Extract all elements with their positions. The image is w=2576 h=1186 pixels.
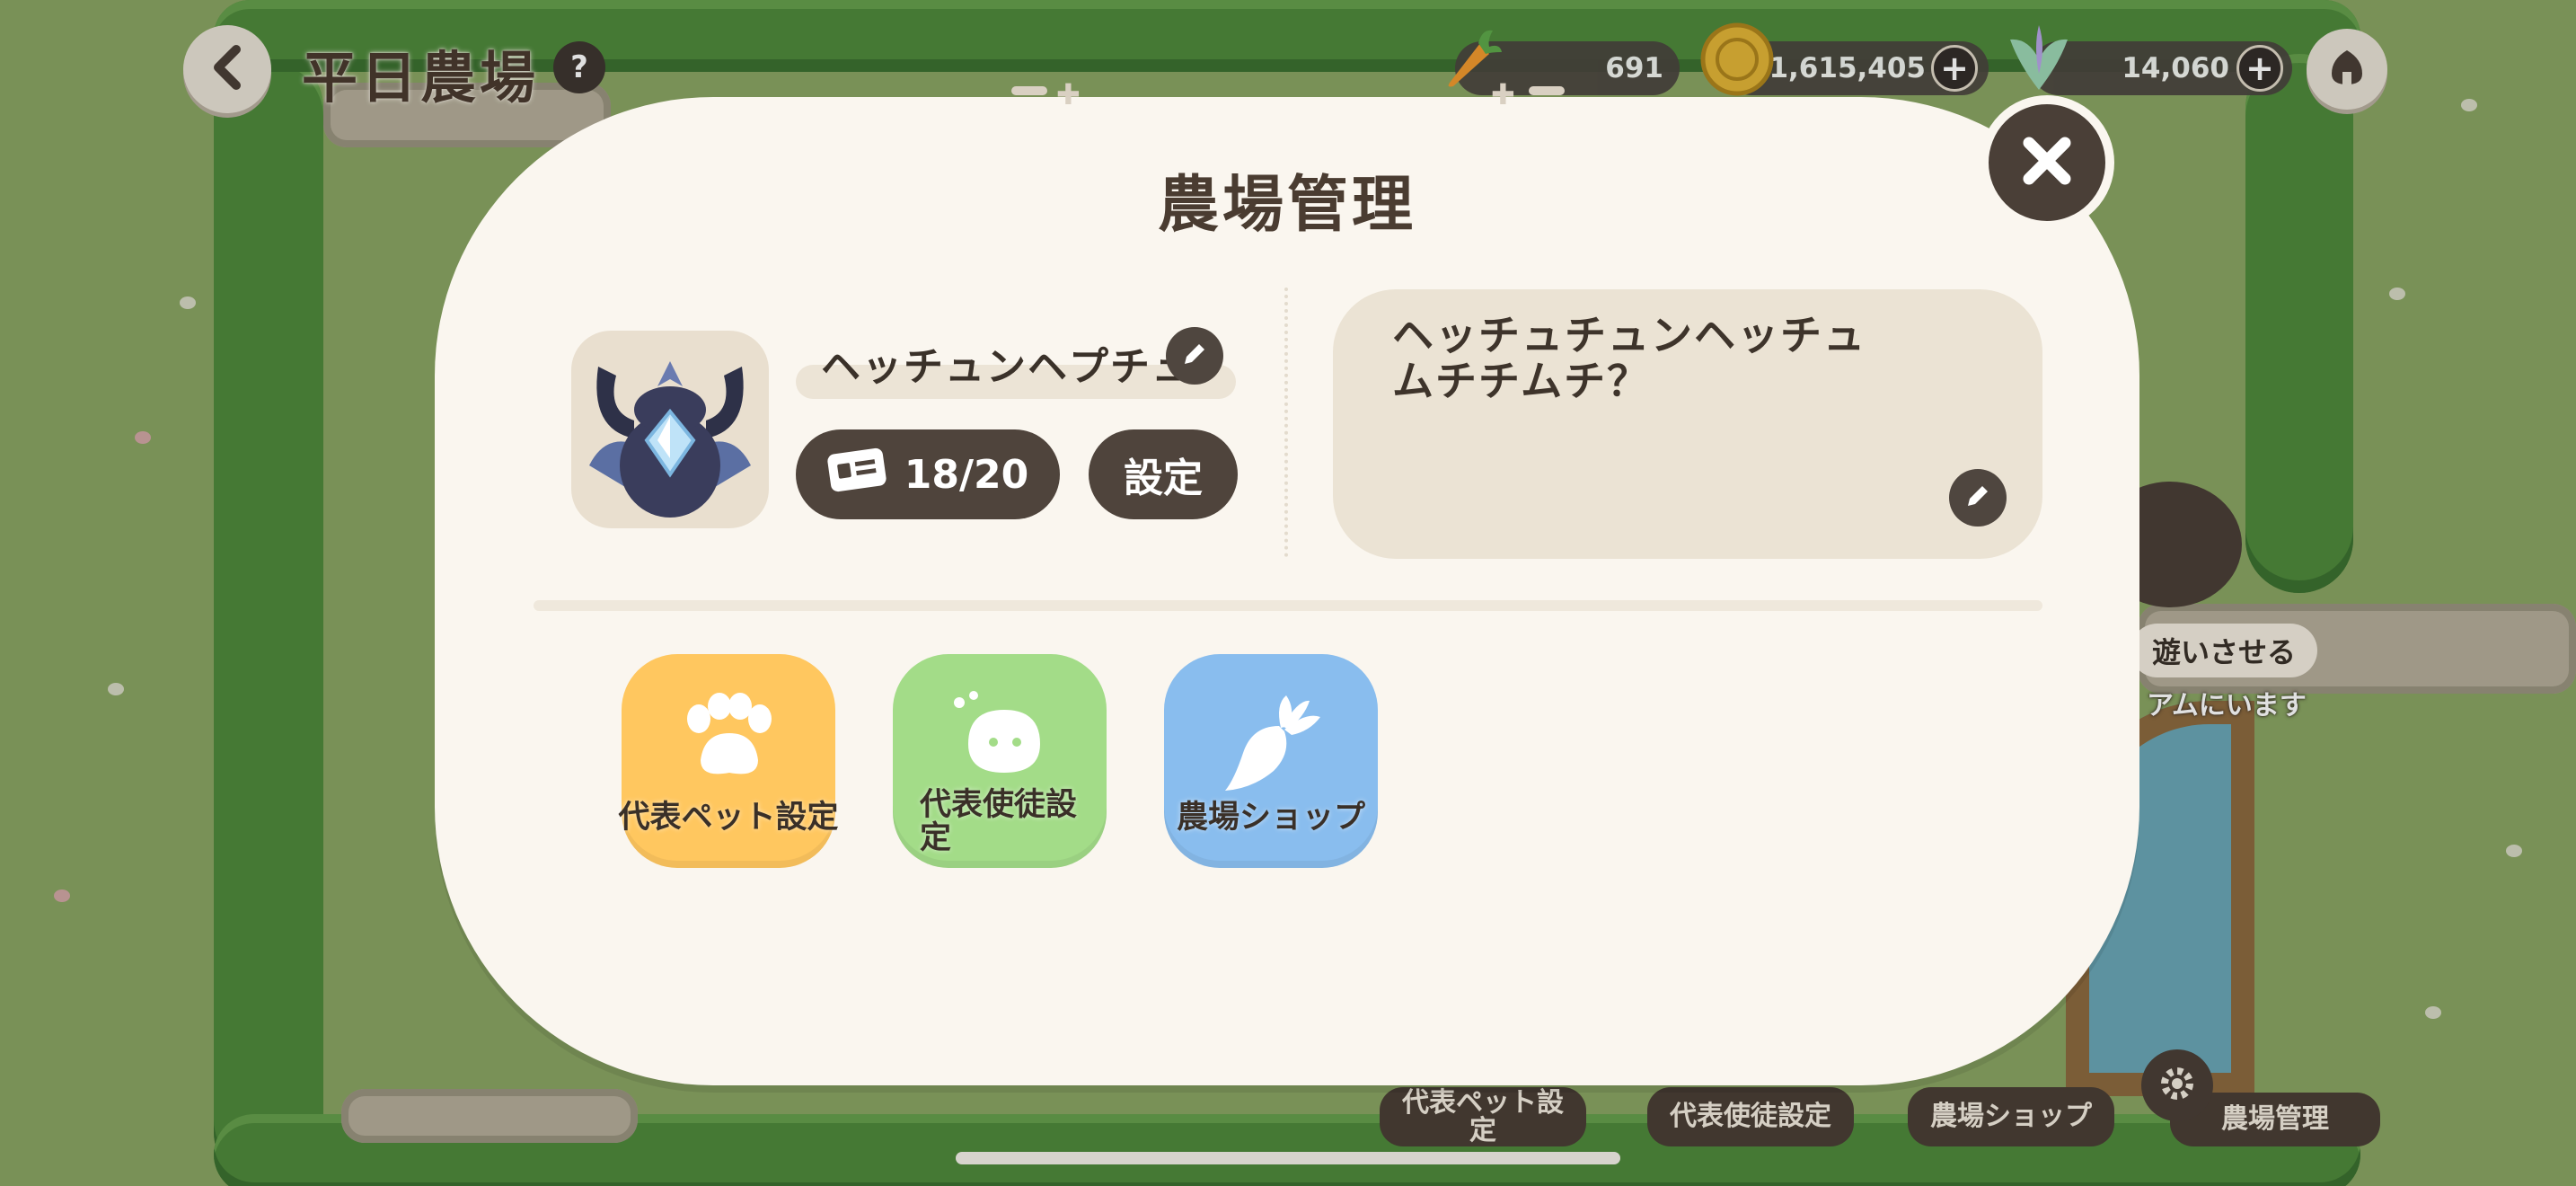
member-count: 18/20 [904,451,1029,498]
tile-label: 農場ショップ [1176,800,1365,836]
settings-button[interactable]: 設定 [1089,429,1238,519]
representative-apostle-tile[interactable]: 代表使徒設定 [893,654,1107,868]
settings-label: 設定 [1124,456,1203,501]
close-button[interactable] [1980,95,2114,230]
title-decoration-right [1529,86,1565,95]
spirit-icon [947,690,1054,783]
close-icon [2020,134,2074,191]
farm-name: ヘッチュンヘプチュ [821,344,1193,390]
edit-name-button[interactable] [1166,327,1223,385]
id-card-icon [827,447,887,502]
farm-avatar[interactable] [571,331,769,528]
pencil-icon [1963,481,1993,515]
paw-icon [679,692,778,785]
member-count-button[interactable]: 18/20 [796,429,1060,519]
bio-text: ヘッチュチュンヘッチュムチチムチ？ [1392,311,1866,405]
title-decoration-star-left: ✚ [1056,77,1081,111]
title-decoration-star-right: ✚ [1491,77,1515,111]
dragon-avatar-icon [589,361,751,518]
tile-label: 代表ペット設定 [618,800,839,836]
title-decoration-left [1011,86,1047,95]
vertical-divider [1284,288,1288,557]
radish-icon [1216,690,1324,801]
representative-pet-tile[interactable]: 代表ペット設定 [618,654,839,868]
farm-management-dialog [435,97,2139,1085]
farm-shop-tile[interactable]: 農場ショップ [1164,654,1378,868]
modal-title: 農場管理 [1157,170,1416,241]
horizontal-divider [534,600,2042,611]
pencil-icon [1179,339,1210,373]
tile-label: 代表使徒設定 [920,787,1078,856]
edit-bio-button[interactable] [1949,469,2007,527]
